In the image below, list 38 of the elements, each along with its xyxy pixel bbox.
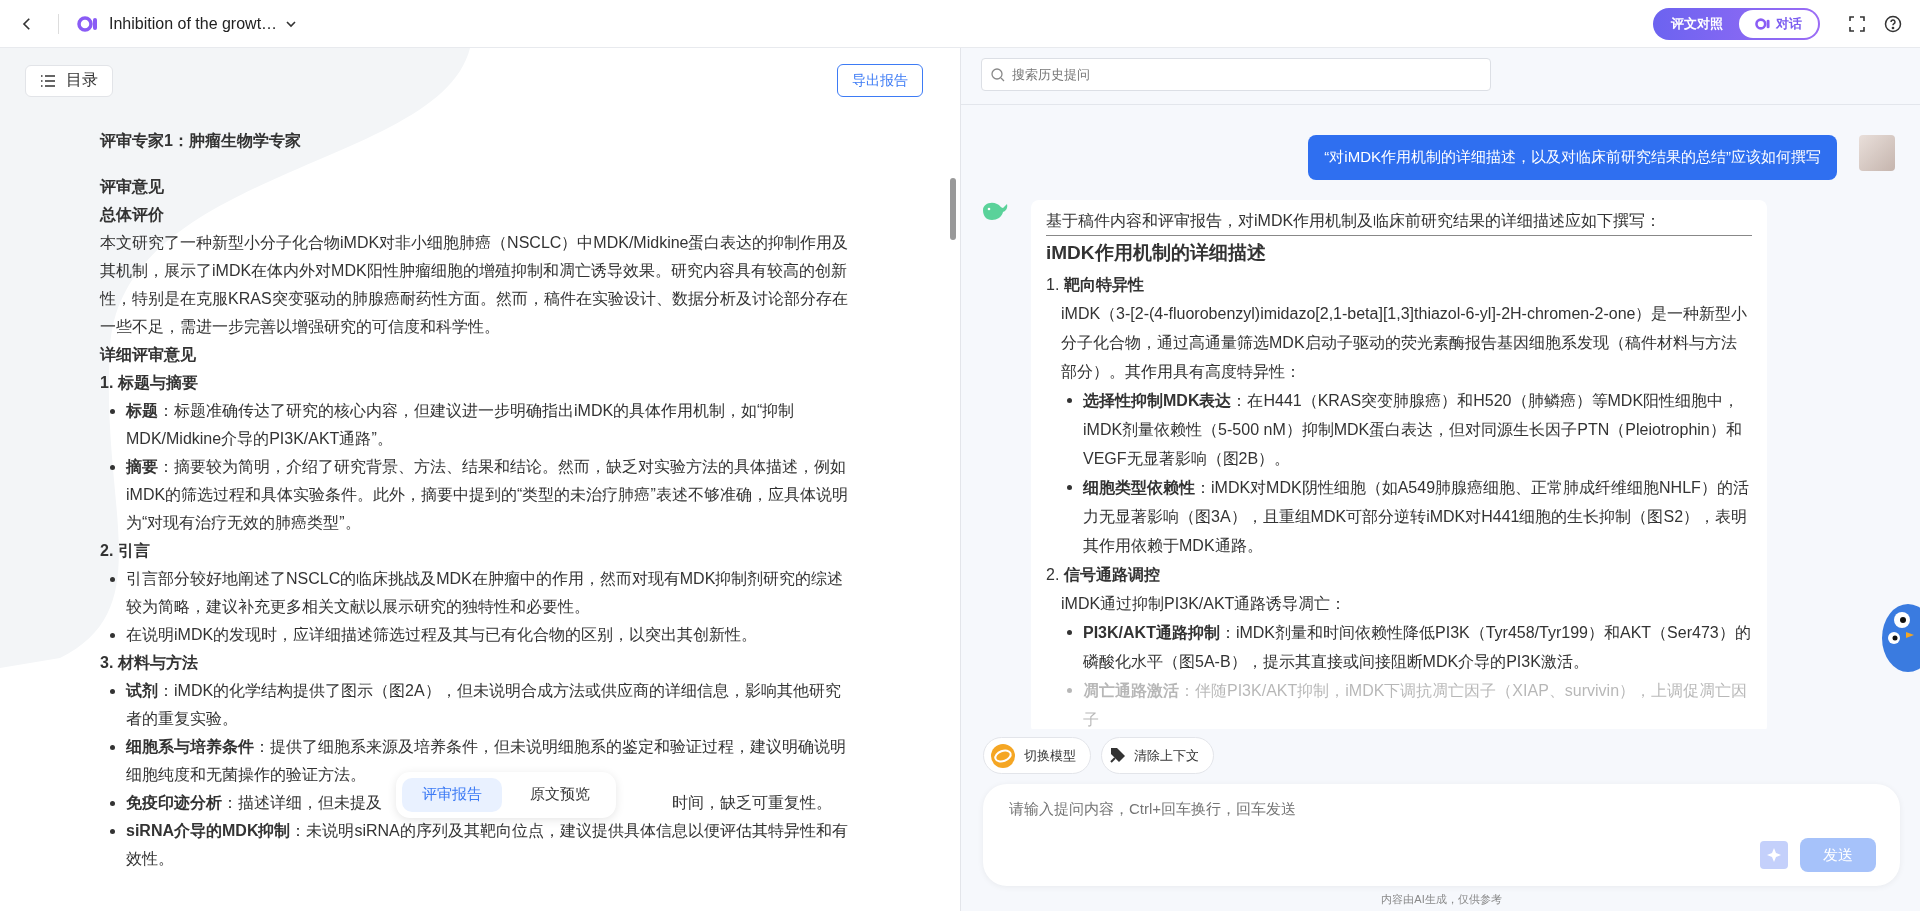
subsection-heading: 总体评价 (100, 205, 165, 225)
bullet-text: 免疫印迹分析：描述详细，但未提及 (126, 794, 382, 811)
search-field[interactable]: 搜索历史提问 (981, 58, 1491, 91)
subsection-heading: 详细评审意见 (100, 345, 197, 365)
list-number: 2. (1046, 565, 1060, 585)
bullet-text: 引言部分较好地阐述了NSCLC的临床挑战及MDK在肿瘤中的作用，然而对现有MDK抑制剂研究的综述较为简略，建议补充更多相关文献以展示研究的独特性和必要性。 (126, 569, 845, 617)
bullet-text: 选择性抑制MDK表达：在H441（KRAS突变肺腺癌）和H520（肺鳞癌）等MDK阳性细胞中，iMDK剂量依赖性（5-500 nM）抑制MDK蛋白表达，但对同源生长因子PTN（Pleiotrophin）和VEGF无显著影响（图2B）。 (1083, 391, 1743, 469)
answer-intro: 基于稿件内容和评审报告，对iMDK作用机制及临床前研究结果的详细描述应如下撰写： (1046, 206, 1752, 236)
subsection-heading: 1. 标题与摘要 (100, 373, 199, 393)
document-title[interactable]: Inhibition of the growt… (109, 14, 298, 33)
bullet-text: PI3K/AKT通路抑制：iMDK剂量和时间依赖性降低PI3K（Tyr458/Tyr199）和AKT（Ser473）的磷酸化水平（图5A-B），提示其直接或间接阻断MDK介导的PI3K激活。 (1083, 623, 1752, 672)
export-report-button[interactable]: 导出报告 (837, 64, 923, 97)
bullet-text: 试剂：iMDK的化学结构提供了图示（图2A），但未说明合成方法或供应商的详细信息，影响其他研究者的重复实验。 (126, 681, 842, 729)
switch-model-button[interactable]: 切换模型 (983, 737, 1091, 774)
answer-heading: iMDK作用机制的详细描述 (1046, 241, 1267, 265)
subsection-heading: 3. 材料与方法 (100, 653, 199, 673)
list-title: 靶向特异性 (1064, 275, 1145, 295)
mode-tab[interactable]: 对话 (1739, 9, 1818, 38)
list-number: 1. (1046, 275, 1060, 295)
section-heading: 评审意见 (100, 177, 165, 197)
mode-tab[interactable]: 评文对照 (1655, 9, 1739, 38)
bullet-text: 时间，缺乏可重复性。 (672, 794, 832, 811)
bullet-text: 在说明iMDK的发现时，应详细描述筛选过程及其与已有化合物的区别，以突出其创新性。 (126, 625, 759, 645)
list-title: 信号通路调控 (1064, 565, 1161, 585)
reviewer-heading: 评审专家1：肿瘤生物学专家 (100, 131, 302, 151)
toc-button[interactable]: 目录 (25, 64, 113, 97)
bullet-text: 摘要：摘要较为简明，介绍了研究背景、方法、结果和结论。然而，缺乏对实验方法的具体描述，例如iMDK的筛选过程和具体实验条件。此外，摘要中提到的“类型的未治疗肺癌”表述不够准确，应具体说明为“对现有治疗无效的肺癌类型”。 (126, 457, 849, 533)
bullet-text: siRNA介导的MDK抑制：未说明siRNA的序列及其靶向位点，建议提供具体信息以便评估其特异性和有效性。 (126, 821, 849, 869)
answer-paragraph: iMDK通过抑制PI3K/AKT通路诱导凋亡： (1061, 594, 1348, 614)
bullet-text: 细胞类型依赖性：iMDK对MDK阴性细胞（如A549肺腺癌细胞、正常肺成纤维细胞NHLF）的活力无显著影响（图3A），且重组MDK可部分逆转iMDK对H441细胞的生长抑制（图S2），表明其作用依赖于MDK通路。 (1083, 478, 1750, 556)
disclaimer: 内容由AI生成，仅供参考 (1380, 892, 1503, 907)
subsection-heading: 2. 引言 (100, 541, 151, 561)
answer-paragraph: iMDK（3-[2-(4-fluorobenzyl)imidazo[2,1-beta][1,3]thiazol-6-yl]-2H-chromen-2-one）是一种新型小分子化合物，通过高通量筛选MDK启动子驱动的荧光素酶报告基因细胞系发现（稿件材料与方法部分）。其作用具有高度特异性： (1061, 304, 1749, 382)
view-tab[interactable]: 评审报告 (402, 777, 502, 812)
user-message: “对iMDK作用机制的详细描述，以及对临床前研究结果的总结”应该如何撰写 (1308, 135, 1837, 180)
paragraph: 本文研究了一种新型小分子化合物iMDK对非小细胞肺癌（NSCLC）中MDK/Midkine蛋白表达的抑制作用及其机制，展示了iMDK在体内外对MDK阳性肿瘤细胞的增殖抑制和凋亡诱导效果。研究内容具有较高的创新性，特别是在克服KRAS突变驱动的肺腺癌耐药性方面。然而，稿件在实验设计、数据分析及讨论部分存在一些不足，需进一步完善以增强研究的可信度和科学性。 (100, 233, 850, 337)
bullet-text: 标题：标题准确传达了研究的核心内容，但建议进一步明确指出iMDK的具体作用机制，如“抑制MDK/Midkine介导的PI3K/AKT通路”。 (126, 401, 796, 449)
clear-context-button[interactable]: 清除上下文 (1101, 737, 1214, 774)
